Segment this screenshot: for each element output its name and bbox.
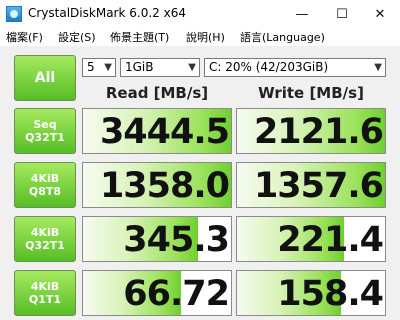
row-label-line1: 4KiB (30, 172, 60, 185)
write-result-value: 158.4 (277, 274, 384, 314)
size-select[interactable]: 1GiB ▼ (120, 58, 200, 77)
menu-help[interactable]: 說明(H) (186, 29, 225, 45)
write-result-cell: 158.4 (236, 270, 386, 316)
all-button[interactable]: All (14, 55, 76, 101)
menu-language[interactable]: 語言(Language) (240, 29, 325, 45)
minimize-button[interactable]: — (282, 0, 322, 28)
drive-select[interactable]: C: 20% (42/203GiB) ▼ (204, 58, 386, 77)
write-result-value: 221.4 (277, 220, 384, 260)
read-result-cell: 345.3 (82, 216, 232, 262)
read-result-value: 3444.5 (99, 112, 230, 152)
menu-settings[interactable]: 設定(S) (58, 29, 96, 45)
test-4k-q32t1-button[interactable]: 4KiB Q32T1 (14, 216, 76, 262)
size-value: 1GiB (125, 60, 154, 74)
test-4k-q1t1-button[interactable]: 4KiB Q1T1 (14, 270, 76, 316)
app-icon (6, 6, 22, 22)
chevron-down-icon: ▼ (374, 62, 382, 73)
row-label-line1: Seq (33, 118, 57, 131)
read-result-cell: 1358.0 (82, 162, 232, 208)
read-column-header: Read [MB/s] (105, 84, 209, 102)
row-label-line2: Q8T8 (28, 185, 62, 198)
window-title: CrystalDiskMark 6.0.2 x64 (28, 6, 186, 20)
menu-file[interactable]: 檔案(F) (6, 29, 43, 45)
row-label-line2: Q1T1 (28, 293, 62, 306)
read-result-value: 1358.0 (99, 166, 230, 206)
write-result-value: 2121.6 (253, 112, 384, 152)
write-result-cell: 1357.6 (236, 162, 386, 208)
read-result-value: 345.3 (123, 220, 230, 260)
test-4k-q8t8-button[interactable]: 4KiB Q8T8 (14, 162, 76, 208)
maximize-button[interactable]: ☐ (322, 0, 362, 28)
write-result-cell: 2121.6 (236, 108, 386, 154)
title-bar: CrystalDiskMark 6.0.2 x64 — ☐ ✕ (0, 0, 400, 28)
read-result-cell: 66.72 (82, 270, 232, 316)
menu-theme[interactable]: 佈景主題(T) (110, 29, 169, 45)
count-select[interactable]: 5 ▼ (82, 58, 116, 77)
read-result-value: 66.72 (123, 274, 230, 314)
close-button[interactable]: ✕ (360, 0, 400, 28)
chevron-down-icon: ▼ (188, 62, 196, 73)
menu-bar: 檔案(F) 設定(S) 佈景主題(T) 說明(H) 語言(Language) (0, 28, 400, 46)
chevron-down-icon: ▼ (104, 62, 112, 73)
row-label-line1: 4KiB (30, 280, 60, 293)
count-value: 5 (87, 60, 95, 74)
row-label-line2: Q32T1 (25, 239, 65, 252)
row-label-line2: Q32T1 (25, 131, 65, 144)
drive-value: C: 20% (42/203GiB) (209, 60, 329, 74)
test-seq-q32t1-button[interactable]: Seq Q32T1 (14, 108, 76, 154)
write-column-header: Write [MB/s] (258, 84, 364, 102)
read-result-cell: 3444.5 (82, 108, 232, 154)
write-result-cell: 221.4 (236, 216, 386, 262)
write-result-value: 1357.6 (253, 166, 384, 206)
row-label-line1: 4KiB (30, 226, 60, 239)
